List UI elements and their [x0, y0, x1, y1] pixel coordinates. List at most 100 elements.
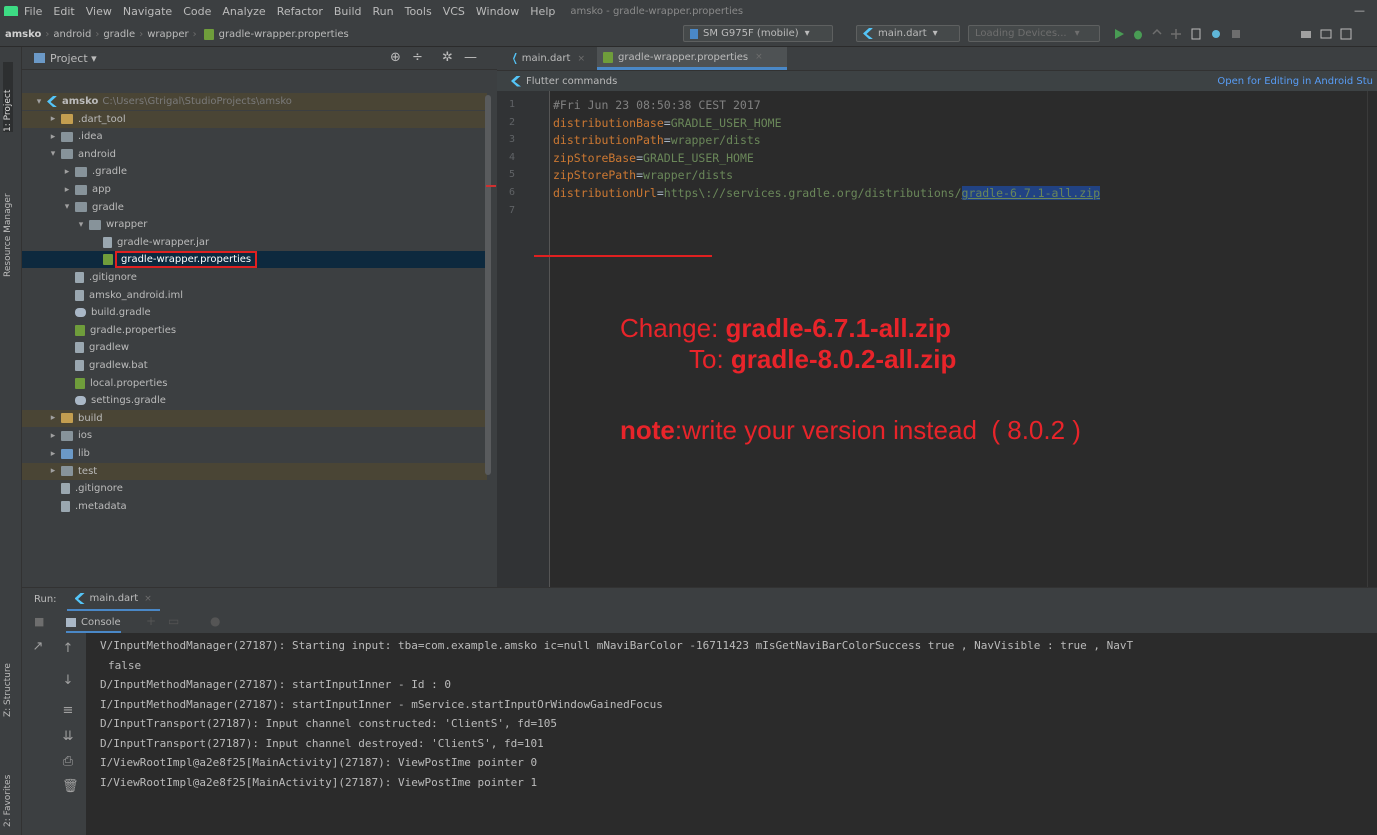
- device-file-icon[interactable]: [1190, 28, 1202, 40]
- expand-arrow-icon[interactable]: ▾: [62, 202, 72, 212]
- collapse-arrow-icon[interactable]: ▸: [48, 466, 58, 476]
- collapse-arrow-icon[interactable]: ▸: [48, 413, 58, 423]
- pin-icon[interactable]: ↗: [32, 640, 44, 653]
- tree-row[interactable]: ▸ .idea: [22, 128, 487, 145]
- hot-reload-icon[interactable]: [1151, 28, 1163, 40]
- tab-main-dart[interactable]: main.dart ×: [507, 47, 591, 70]
- tree-row[interactable]: .metadata: [22, 498, 487, 515]
- tree-row[interactable]: ▸ lib: [22, 445, 487, 462]
- add-icon[interactable]: +: [146, 614, 156, 628]
- soft-wrap-icon[interactable]: ≡: [62, 704, 74, 717]
- tree-row[interactable]: ▾ amsko C:\Users\Gtrigal\StudioProjects\am…: [22, 93, 487, 110]
- close-tab-icon[interactable]: ×: [755, 52, 763, 62]
- tree-row[interactable]: gradle-wrapper.jar: [22, 234, 487, 251]
- layout-icon[interactable]: [1340, 28, 1352, 40]
- down-arrow-icon[interactable]: ↓: [62, 674, 74, 687]
- project-tree-scrollbar[interactable]: [485, 95, 491, 475]
- run-config-selector[interactable]: main.dart ▾: [856, 25, 960, 42]
- breadcrumb-item-android[interactable]: android: [53, 29, 91, 40]
- print-icon[interactable]: ⎙: [62, 755, 74, 768]
- tree-row[interactable]: ▸ .dart_tool: [22, 110, 487, 128]
- collapse-arrow-icon[interactable]: ▸: [48, 132, 58, 142]
- tree-row[interactable]: local.properties: [22, 375, 487, 392]
- tab-console[interactable]: Console: [66, 614, 121, 633]
- tree-row[interactable]: ▾ android: [22, 146, 487, 163]
- tree-row[interactable]: ▸ test: [22, 462, 487, 480]
- menu-item-run[interactable]: Run: [373, 5, 394, 18]
- resource-manager-tool-window-button[interactable]: Resource Manager: [3, 152, 13, 277]
- selected-text[interactable]: gradle-6.7.1-all.zip: [961, 186, 1100, 200]
- tree-row[interactable]: .gitignore: [22, 269, 487, 286]
- collapse-arrow-icon[interactable]: ▸: [62, 185, 72, 195]
- breadcrumb-item-file[interactable]: gradle-wrapper.properties: [219, 29, 349, 40]
- menu-item-analyze[interactable]: Analyze: [222, 5, 265, 18]
- collapse-arrow-icon[interactable]: ▸: [48, 114, 58, 124]
- breadcrumb-item-gradle[interactable]: gradle: [103, 29, 135, 40]
- stop-icon[interactable]: ■: [34, 615, 44, 628]
- stop-icon[interactable]: [1230, 28, 1242, 40]
- hot-restart-icon[interactable]: [1170, 28, 1182, 40]
- expand-arrow-icon[interactable]: ▾: [34, 97, 44, 107]
- tree-row[interactable]: ▸ .gradle: [22, 163, 487, 180]
- menu-item-view[interactable]: View: [86, 5, 112, 18]
- favorites-tool-window-button[interactable]: 2: Favorites: [3, 747, 13, 827]
- tree-row[interactable]: amsko_android.iml: [22, 287, 487, 304]
- clear-all-icon[interactable]: 🗑: [62, 780, 79, 793]
- project-view-selector[interactable]: Project ▾: [50, 52, 97, 65]
- tree-row[interactable]: gradle-wrapper.properties: [22, 251, 487, 269]
- debug-icon[interactable]: [1132, 28, 1144, 40]
- restore-layout-icon[interactable]: ▭: [168, 614, 179, 628]
- tab-gradle-wrapper-properties[interactable]: gradle-wrapper.properties ×: [597, 47, 787, 70]
- loading-devices-selector[interactable]: Loading Devices... ▾: [968, 25, 1100, 42]
- menu-item-tools[interactable]: Tools: [405, 5, 432, 18]
- avd-manager-icon[interactable]: [1320, 28, 1332, 40]
- expand-arrow-icon[interactable]: ▾: [48, 149, 58, 159]
- flutter-inspector-icon[interactable]: [1210, 28, 1222, 40]
- flutter-commands-link[interactable]: Flutter commands: [526, 76, 617, 87]
- menu-item-refactor[interactable]: Refactor: [277, 5, 323, 18]
- tree-row[interactable]: settings.gradle: [22, 392, 487, 409]
- tree-row[interactable]: gradlew.bat: [22, 357, 487, 374]
- expand-arrow-icon[interactable]: ▾: [76, 220, 86, 230]
- sdk-manager-icon[interactable]: [1300, 28, 1312, 40]
- settings-icon[interactable]: ●: [210, 614, 220, 628]
- menu-item-help[interactable]: Help: [530, 5, 555, 18]
- up-arrow-icon[interactable]: ↑: [62, 642, 74, 655]
- console-output[interactable]: V/InputMethodManager(27187): Starting in…: [86, 633, 1377, 835]
- menu-item-edit[interactable]: Edit: [53, 5, 74, 18]
- tree-row[interactable]: gradlew: [22, 339, 487, 356]
- minimize-icon[interactable]: —: [1354, 4, 1365, 17]
- scroll-to-end-icon[interactable]: ⇊: [62, 730, 74, 743]
- run-icon[interactable]: [1113, 28, 1125, 40]
- menu-item-vcs[interactable]: VCS: [443, 5, 465, 18]
- project-tool-window-button[interactable]: 1: Project: [3, 62, 13, 132]
- collapse-all-icon[interactable]: ÷: [412, 50, 423, 65]
- tree-row[interactable]: ▾ gradle: [22, 199, 487, 216]
- hide-icon[interactable]: —: [464, 50, 477, 65]
- menu-item-navigate[interactable]: Navigate: [123, 5, 172, 18]
- menu-item-build[interactable]: Build: [334, 5, 362, 18]
- device-selector[interactable]: SM G975F (mobile) ▾: [683, 25, 833, 42]
- tree-row[interactable]: ▸ build: [22, 409, 487, 427]
- close-tab-icon[interactable]: ×: [577, 54, 585, 64]
- locate-file-icon[interactable]: ⊕: [390, 50, 401, 65]
- close-tab-icon[interactable]: ×: [144, 594, 152, 604]
- menu-item-file[interactable]: File: [24, 5, 42, 18]
- tree-row[interactable]: ▸ app: [22, 181, 487, 198]
- tree-row[interactable]: ▸ ios: [22, 427, 487, 444]
- tree-row[interactable]: gradle.properties: [22, 322, 487, 339]
- structure-tool-window-button[interactable]: Z: Structure: [3, 647, 13, 717]
- gear-icon[interactable]: ✲: [442, 50, 453, 65]
- collapse-arrow-icon[interactable]: ▸: [48, 449, 58, 459]
- tree-row[interactable]: .gitignore: [22, 480, 487, 497]
- tree-row[interactable]: build.gradle: [22, 304, 487, 321]
- breadcrumb-item-wrapper[interactable]: wrapper: [147, 29, 188, 40]
- open-in-android-studio-link[interactable]: Open for Editing in Android Stu: [1217, 76, 1373, 87]
- breadcrumb-item-project[interactable]: amsko: [5, 29, 41, 40]
- menu-item-window[interactable]: Window: [476, 5, 519, 18]
- run-tab-main-dart[interactable]: main.dart ×: [66, 588, 160, 611]
- tree-row[interactable]: ▾ wrapper: [22, 216, 487, 233]
- menu-item-code[interactable]: Code: [183, 5, 211, 18]
- collapse-arrow-icon[interactable]: ▸: [48, 431, 58, 441]
- collapse-arrow-icon[interactable]: ▸: [62, 167, 72, 177]
